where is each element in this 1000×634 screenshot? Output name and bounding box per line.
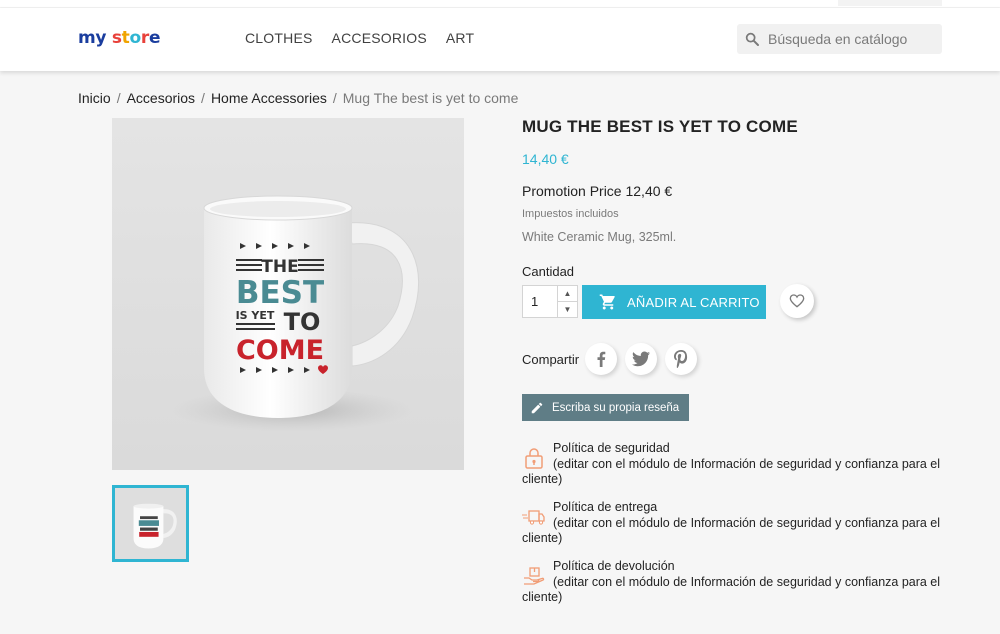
share-facebook-button[interactable] [585, 343, 617, 375]
breadcrumb-home-accessories[interactable]: Home Accessories [211, 90, 327, 106]
pinterest-icon [674, 350, 688, 368]
reassurance-delivery-title: Política de entrega [553, 500, 658, 514]
mug-text-best: BEST [236, 275, 324, 311]
quantity-spinner: ▲ ▼ [557, 286, 577, 317]
reassurance-return-text: (editar con el módulo de Información de … [522, 574, 941, 605]
quantity-increase-button[interactable]: ▲ [558, 286, 577, 302]
reassurance-security-title: Política de seguridad [553, 441, 670, 455]
reassurance-return-title: Política de devolución [553, 559, 675, 573]
product-short-description: White Ceramic Mug, 325ml. [522, 230, 677, 244]
breadcrumb-current: Mug The best is yet to come [342, 90, 519, 106]
breadcrumb-inicio[interactable]: Inicio [78, 90, 111, 106]
mug-text-come: COME [236, 335, 324, 366]
store-logo[interactable]: my store [78, 28, 161, 48]
pencil-icon [531, 402, 543, 413]
return-hand-icon [524, 567, 545, 585]
shopping-cart-icon [599, 294, 615, 310]
top-strip-tab [838, 0, 942, 6]
lock-icon [525, 448, 543, 469]
delivery-truck-icon [522, 510, 545, 525]
reassurance-security-text: (editar con el módulo de Información de … [522, 456, 941, 487]
breadcrumb-accesorios[interactable]: Accesorios [127, 90, 195, 106]
logo-word-store: store [111, 28, 161, 48]
quantity-stepper[interactable]: 1 ▲ ▼ [522, 285, 578, 318]
nav-clothes[interactable]: CLOTHES [245, 30, 313, 46]
add-to-cart-button[interactable]: AÑADIR AL CARRITO [582, 285, 766, 319]
nav-accesorios[interactable]: ACCESORIOS [332, 30, 427, 46]
reassurance-delivery: Política de entrega (editar con el módul… [522, 500, 942, 547]
share-twitter-button[interactable] [625, 343, 657, 375]
site-header: my store CLOTHES ACCESORIOS ART [0, 8, 1000, 71]
chevron-down-icon: ▼ [563, 304, 572, 314]
main-nav: CLOTHES ACCESORIOS ART [245, 30, 493, 46]
chevron-up-icon: ▲ [563, 288, 572, 298]
share-label: Compartir [522, 352, 580, 367]
quantity-decrease-button[interactable]: ▼ [558, 302, 577, 318]
reassurance-delivery-text: (editar con el módulo de Información de … [522, 515, 941, 546]
product-title: MUG THE BEST IS YET TO COME [522, 117, 798, 136]
product-thumbnail[interactable] [112, 485, 189, 562]
breadcrumb: Inicio / Accesorios / Home Accessories / Mug T… [78, 90, 519, 106]
tax-note: Impuestos incluidos [522, 208, 619, 220]
reassurance-security: Política de seguridad (editar con el mód… [522, 441, 942, 488]
mug-text-is-yet: IS YET [236, 309, 275, 322]
write-review-label: Escriba su propia reseña [552, 401, 680, 414]
nav-art[interactable]: ART [446, 30, 474, 46]
promotion-price: Promotion Price 12,40 € [522, 183, 673, 199]
product-price: 14,40 € [522, 151, 569, 167]
add-to-cart-label: AÑADIR AL CARRITO [627, 294, 760, 310]
search-box [737, 24, 942, 54]
search-icon[interactable] [744, 31, 760, 47]
mug-text-to: TO [284, 308, 321, 336]
mug-text-the: THE [261, 257, 298, 277]
share-pinterest-button[interactable] [665, 343, 697, 375]
quantity-value[interactable]: 1 [531, 294, 538, 309]
twitter-icon [632, 351, 650, 367]
logo-word-my: my [78, 28, 107, 48]
heart-icon [789, 294, 805, 308]
product-cover-image[interactable]: THE BEST IS YET TO COME [112, 118, 464, 470]
facebook-icon [597, 351, 606, 367]
mug-thumbnail-illustration [115, 488, 186, 559]
search-input[interactable] [768, 28, 938, 50]
quantity-label: Cantidad [522, 264, 575, 279]
reassurance-return: Política de devolución (editar con el mó… [522, 559, 942, 606]
top-strip [0, 0, 1000, 8]
wishlist-button[interactable] [780, 284, 814, 318]
write-review-button[interactable]: Escriba su propia reseña [522, 394, 689, 421]
mug-illustration: THE BEST IS YET TO COME [172, 195, 420, 432]
